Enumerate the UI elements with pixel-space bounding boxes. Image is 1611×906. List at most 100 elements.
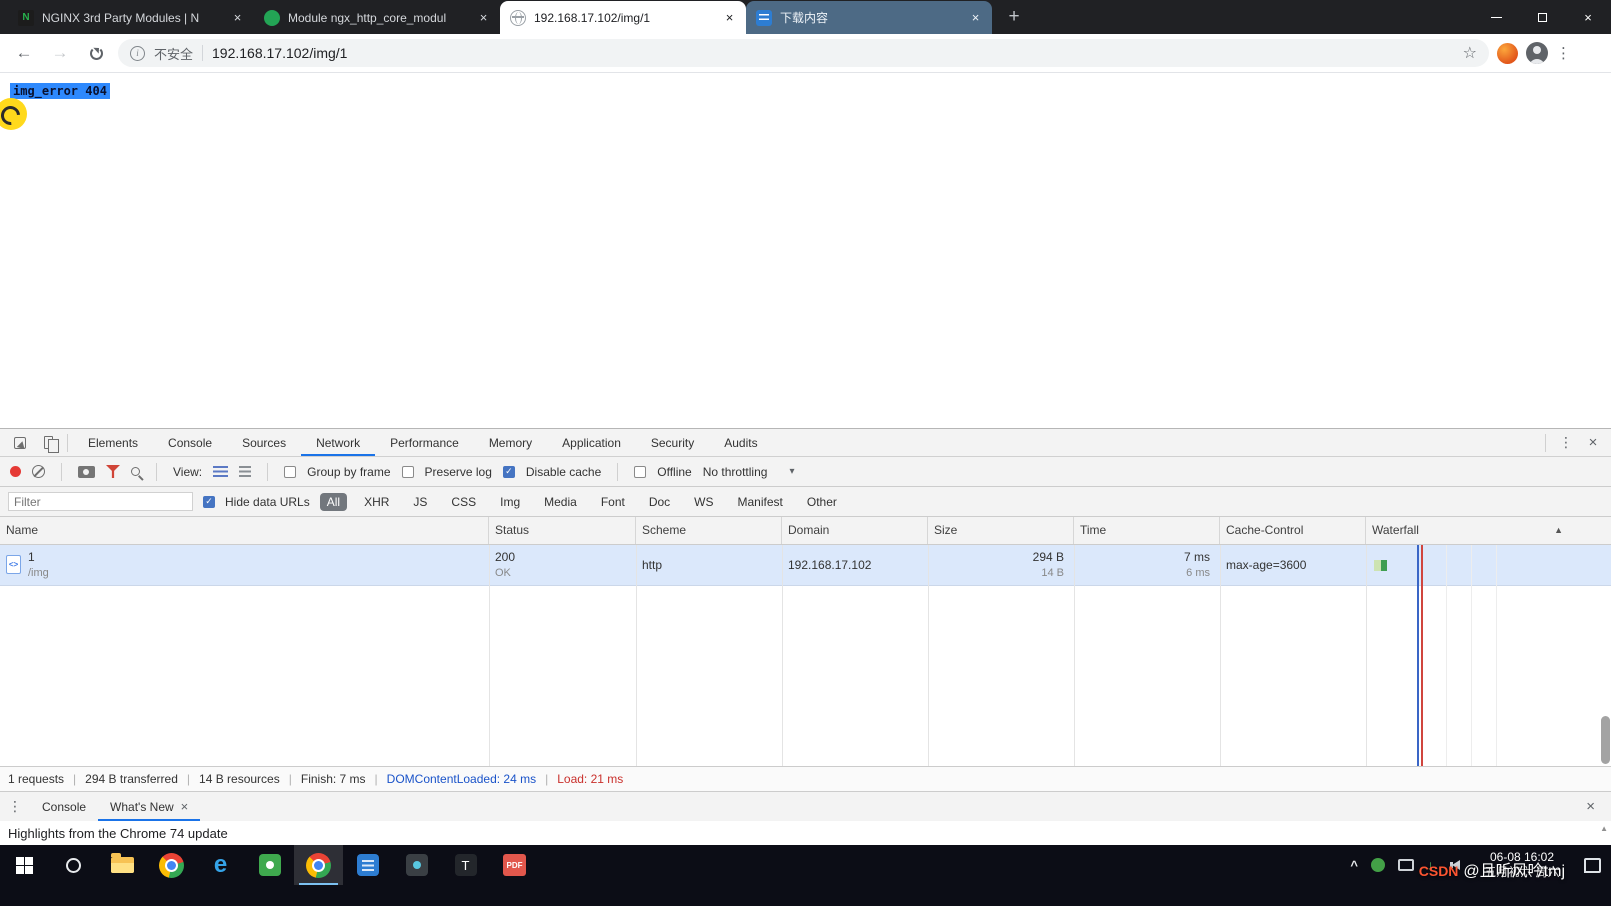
record-button[interactable]	[10, 466, 21, 477]
offline-checkbox[interactable]	[634, 466, 646, 478]
column-header-time[interactable]: Time	[1074, 517, 1220, 544]
start-button[interactable]	[0, 845, 49, 885]
devtools-tab-security[interactable]: Security	[636, 429, 709, 456]
text-editor-icon: T	[455, 854, 477, 876]
browser-tab-active-img[interactable]: 192.168.17.102/img/1 ×	[500, 1, 746, 34]
tab-close-icon[interactable]: ×	[967, 9, 984, 26]
screen: N NGINX 3rd Party Modules | N × Module n…	[0, 0, 1611, 906]
column-header-domain[interactable]: Domain	[782, 517, 928, 544]
filter-type-font[interactable]: Font	[594, 493, 632, 511]
text-editor-button[interactable]: T	[441, 845, 490, 885]
display-tray-icon[interactable]	[1398, 859, 1414, 871]
tab-close-icon[interactable]: ×	[721, 9, 738, 26]
info-icon[interactable]: i	[130, 46, 145, 61]
throttling-select[interactable]: No throttling ▾	[703, 465, 795, 479]
window-controls: ×	[1473, 0, 1611, 34]
filter-type-other[interactable]: Other	[800, 493, 844, 511]
drawer-tab-console[interactable]: Console	[30, 792, 98, 821]
forward-button[interactable]: →	[46, 39, 74, 67]
tab-close-icon[interactable]: ×	[475, 9, 492, 26]
disable-cache-checkbox[interactable]: ✓	[503, 466, 515, 478]
back-button[interactable]: ←	[10, 39, 38, 67]
browser-tab-ngx-http-core[interactable]: Module ngx_http_core_modul ×	[254, 1, 500, 34]
devtools-tab-memory[interactable]: Memory	[474, 429, 547, 456]
antivirus-tray-icon[interactable]	[1371, 858, 1385, 872]
filter-type-doc[interactable]: Doc	[642, 493, 677, 511]
window-minimize-button[interactable]	[1473, 0, 1519, 34]
devtools-tab-performance[interactable]: Performance	[375, 429, 474, 456]
address-bar[interactable]: i 不安全 192.168.17.102/img/1 ☆	[118, 39, 1489, 67]
devtools-tab-elements[interactable]: Elements	[73, 429, 153, 456]
column-header-name[interactable]: Name	[0, 517, 489, 544]
action-center-icon[interactable]	[1584, 858, 1601, 873]
dark-app-button[interactable]	[392, 845, 441, 885]
column-header-status[interactable]: Status	[489, 517, 636, 544]
filter-type-xhr[interactable]: XHR	[357, 493, 396, 511]
browser-menu-icon[interactable]: ⋮	[1556, 44, 1571, 62]
window-maximize-button[interactable]	[1519, 0, 1565, 34]
devtools-menu-icon[interactable]: ⋮	[1555, 434, 1577, 451]
filter-type-media[interactable]: Media	[537, 493, 584, 511]
group-by-frame-checkbox[interactable]	[284, 466, 296, 478]
filter-type-js[interactable]: JS	[406, 493, 434, 511]
page-content: img_error 404	[0, 74, 1611, 428]
scroll-up-icon[interactable]: ▲	[1600, 824, 1608, 833]
cortana-search-button[interactable]	[49, 845, 98, 885]
divider	[156, 463, 157, 481]
pdf-app-button[interactable]: PDF	[490, 845, 539, 885]
browser-tab-nginx-modules[interactable]: N NGINX 3rd Party Modules | N ×	[8, 1, 254, 34]
network-request-row[interactable]: <> 1 /img 200 OK http 192.168.17.102 294…	[0, 545, 1611, 586]
device-toolbar-button[interactable]	[34, 430, 62, 456]
devtools-scrollbar-thumb[interactable]	[1601, 716, 1610, 764]
capture-screenshots-icon[interactable]	[78, 466, 95, 478]
green-app-button[interactable]	[245, 845, 294, 885]
devtools-tab-audits[interactable]: Audits	[709, 429, 772, 456]
devtools-tab-application[interactable]: Application	[547, 429, 636, 456]
load-event-marker	[1421, 545, 1423, 766]
inspect-element-button[interactable]	[6, 430, 34, 456]
column-header-scheme[interactable]: Scheme	[636, 517, 782, 544]
file-explorer-button[interactable]	[98, 845, 147, 885]
filter-type-css[interactable]: CSS	[444, 493, 483, 511]
tab-close-icon[interactable]: ×	[229, 9, 246, 26]
drawer-tab-whats-new[interactable]: What's New ×	[98, 792, 200, 821]
devtools-tab-console[interactable]: Console	[153, 429, 227, 456]
window-close-button[interactable]: ×	[1565, 0, 1611, 34]
column-header-waterfall[interactable]: Waterfall ▲	[1366, 517, 1611, 544]
column-header-cache-control[interactable]: Cache-Control	[1220, 517, 1366, 544]
whats-new-close-icon[interactable]: ×	[181, 799, 189, 814]
browser-tab-downloads[interactable]: 下载内容 ×	[746, 1, 992, 34]
filter-type-all[interactable]: All	[320, 493, 347, 511]
new-tab-button[interactable]: +	[1000, 3, 1028, 31]
column-header-size[interactable]: Size	[928, 517, 1074, 544]
search-icon[interactable]	[131, 467, 140, 476]
blue-app-button[interactable]	[343, 845, 392, 885]
minimize-icon	[1491, 17, 1502, 18]
profile-avatar[interactable]	[1526, 42, 1548, 64]
edge-button[interactable]: e	[196, 845, 245, 885]
clear-log-button[interactable]	[32, 465, 45, 478]
hide-data-urls-checkbox[interactable]: ✓	[203, 496, 215, 508]
devtools-tab-network[interactable]: Network	[301, 429, 375, 456]
bookmark-star-icon[interactable]: ☆	[1463, 43, 1477, 63]
drawer-close-icon[interactable]: ×	[1586, 798, 1611, 815]
filter-type-img[interactable]: Img	[493, 493, 527, 511]
filter-type-ws[interactable]: WS	[687, 493, 720, 511]
chrome-active-button[interactable]	[294, 845, 343, 885]
filter-toggle-icon[interactable]	[106, 465, 120, 478]
drawer-menu-icon[interactable]: ⋮	[0, 798, 30, 815]
chrome-pinned-button[interactable]	[147, 845, 196, 885]
list-view-icon[interactable]	[213, 466, 228, 477]
url-text[interactable]: 192.168.17.102/img/1	[212, 45, 1454, 61]
filter-type-manifest[interactable]: Manifest	[731, 493, 790, 511]
devtools-tab-sources[interactable]: Sources	[227, 429, 301, 456]
tray-expand-icon[interactable]: ^	[1350, 858, 1358, 873]
watermark-username: @且听风吟tmj	[1463, 857, 1565, 881]
overview-view-icon[interactable]	[239, 466, 251, 477]
reload-button[interactable]	[82, 39, 110, 67]
throttling-value: No throttling	[703, 465, 768, 479]
devtools-close-icon[interactable]: ×	[1581, 434, 1605, 451]
extension-icon[interactable]	[1497, 43, 1518, 64]
preserve-log-checkbox[interactable]	[402, 466, 414, 478]
filter-input[interactable]	[8, 492, 193, 511]
